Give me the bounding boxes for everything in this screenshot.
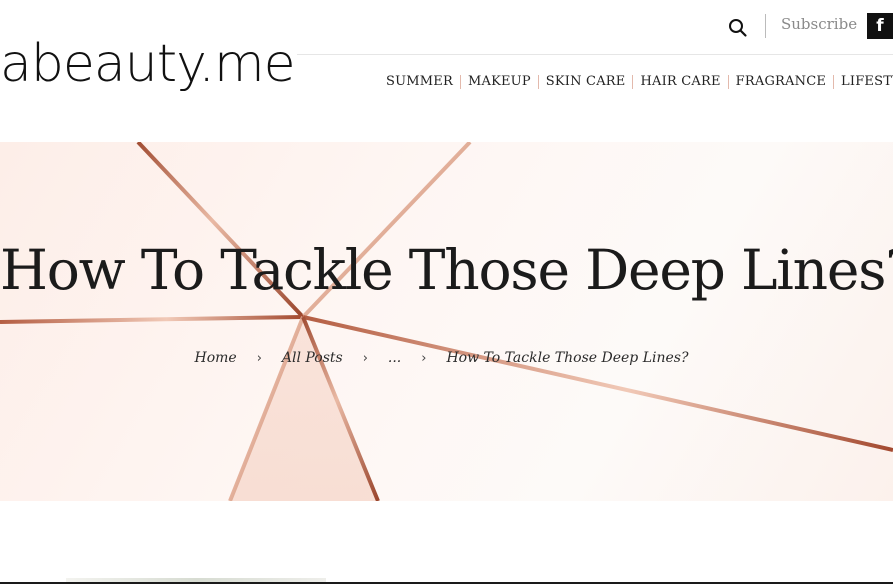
nav-separator (632, 75, 634, 89)
nav-separator (459, 75, 461, 89)
content-divider (0, 582, 893, 584)
hero-geometric-lines (0, 142, 893, 501)
breadcrumb-all-posts[interactable]: All Posts (282, 350, 343, 366)
nav-separator (727, 75, 729, 89)
breadcrumb-current: How To Tackle Those Deep Lines? (446, 350, 689, 366)
breadcrumb-ellipsis[interactable]: ... (388, 350, 401, 366)
chevron-right-icon: › (362, 350, 368, 366)
site-logo[interactable]: abeauty.me (0, 28, 296, 100)
header-rule (297, 54, 893, 55)
facebook-icon[interactable]: f (867, 13, 893, 39)
hero-banner: How To Tackle Those Deep Lines? Home › A… (0, 142, 893, 501)
nav-separator (833, 75, 835, 89)
search-icon[interactable] (727, 16, 749, 38)
chevron-right-icon: › (421, 350, 427, 366)
page-title: How To Tackle Those Deep Lines? (0, 238, 893, 302)
nav-item-skin-care[interactable]: SKIN CARE (546, 73, 626, 91)
nav-item-lifestyle[interactable]: LIFESTYLE (841, 73, 893, 91)
chevron-right-icon: › (256, 350, 262, 366)
header-divider (765, 14, 766, 38)
nav-separator (537, 75, 539, 89)
nav-item-fragrance[interactable]: FRAGRANCE (736, 73, 826, 91)
nav-item-summer[interactable]: SUMMER (386, 73, 453, 91)
nav-item-makeup[interactable]: MAKEUP (468, 73, 531, 91)
subscribe-link[interactable]: Subscribe (781, 15, 857, 33)
main-nav: SUMMER MAKEUP SKIN CARE HAIR CARE FRAGRA… (386, 73, 893, 91)
breadcrumb-home[interactable]: Home (195, 350, 237, 366)
breadcrumb: Home › All Posts › ... › How To Tackle T… (0, 350, 893, 366)
nav-item-hair-care[interactable]: HAIR CARE (640, 73, 720, 91)
